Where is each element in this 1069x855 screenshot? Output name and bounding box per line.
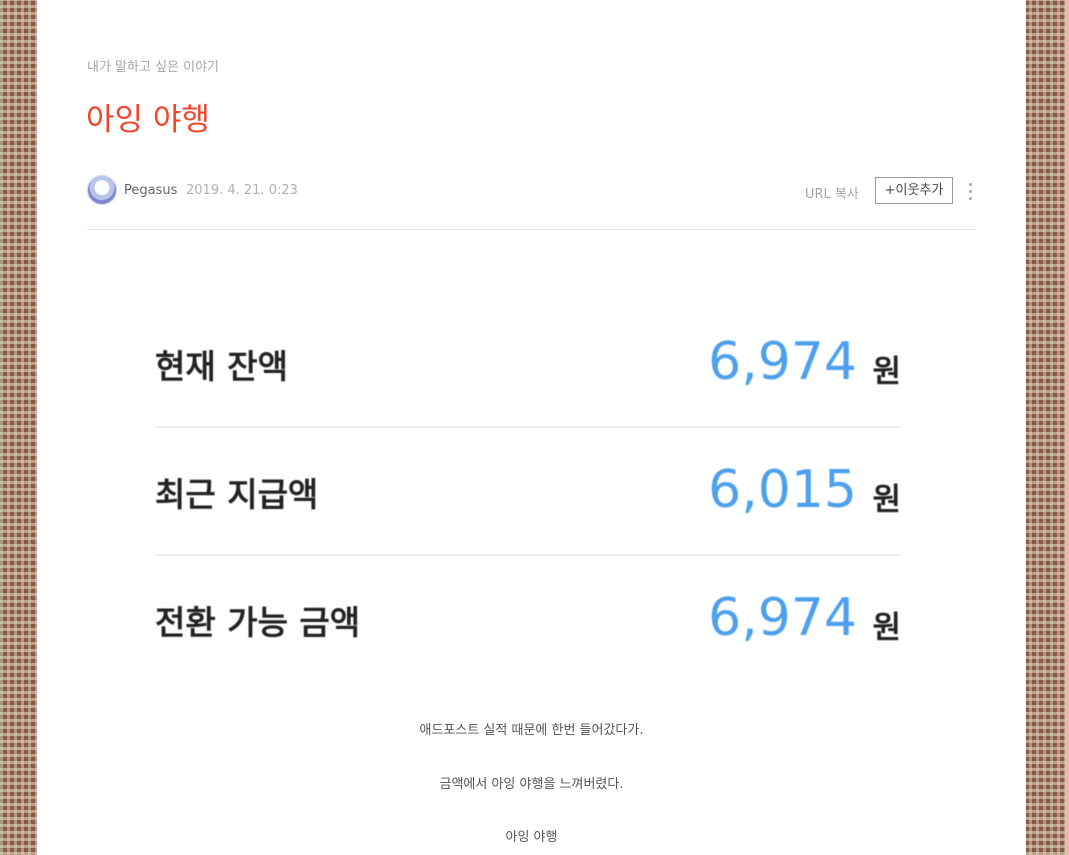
header-divider (87, 229, 975, 230)
balance-unit: 원 (872, 610, 901, 646)
balance-value: 6,015 (708, 460, 857, 520)
balance-label: 최근 지급액 (155, 475, 319, 514)
body-paragraph: 애드포스트 실적 때문에 한번 들어갔다가. (419, 723, 644, 738)
add-neighbor-button[interactable]: +이웃추가 (875, 177, 953, 204)
body-paragraph: 아잉 야행 (505, 830, 558, 845)
balance-unit: 원 (872, 482, 901, 518)
post-date: 2019. 4. 21. 0:23 (186, 183, 298, 198)
balance-row-current: 현재 잔액 6,974 원 (155, 300, 901, 428)
balance-label: 현재 잔액 (155, 347, 288, 386)
author-name[interactable]: Pegasus (124, 183, 177, 198)
balance-row-recent-payment: 최근 지급액 6,015 원 (155, 428, 901, 556)
background-edge (1065, 0, 1069, 855)
balance-value: 6,974 (708, 332, 857, 392)
balance-label: 전환 가능 금액 (155, 603, 361, 642)
post-container: 내가 말하고 싶은 이야기 아잉 야행 Pegasus 2019. 4. 21.… (37, 0, 1026, 855)
post-title: 아잉 야행 (86, 102, 210, 138)
author-avatar[interactable] (87, 175, 117, 205)
balance-row-convertible: 전환 가능 금액 6,974 원 (155, 556, 901, 684)
post-meta: Pegasus 2019. 4. 21. 0:23 URL 복사 +이웃추가 (87, 174, 975, 208)
post-category[interactable]: 내가 말하고 싶은 이야기 (87, 56, 219, 75)
balance-value: 6,974 (708, 588, 857, 648)
more-vertical-icon[interactable] (965, 181, 975, 203)
body-paragraph: 금액에서 아잉 야행을 느껴버렸다. (439, 777, 624, 792)
url-copy-button[interactable]: URL 복사 (805, 183, 859, 202)
adpost-balance-image: 현재 잔액 6,974 원 최근 지급액 6,015 원 전환 가능 금액 6,… (155, 300, 901, 680)
page: { "post": { "category": "내가 말하고 싶은 이야기",… (0, 0, 1069, 855)
balance-unit: 원 (872, 354, 901, 390)
